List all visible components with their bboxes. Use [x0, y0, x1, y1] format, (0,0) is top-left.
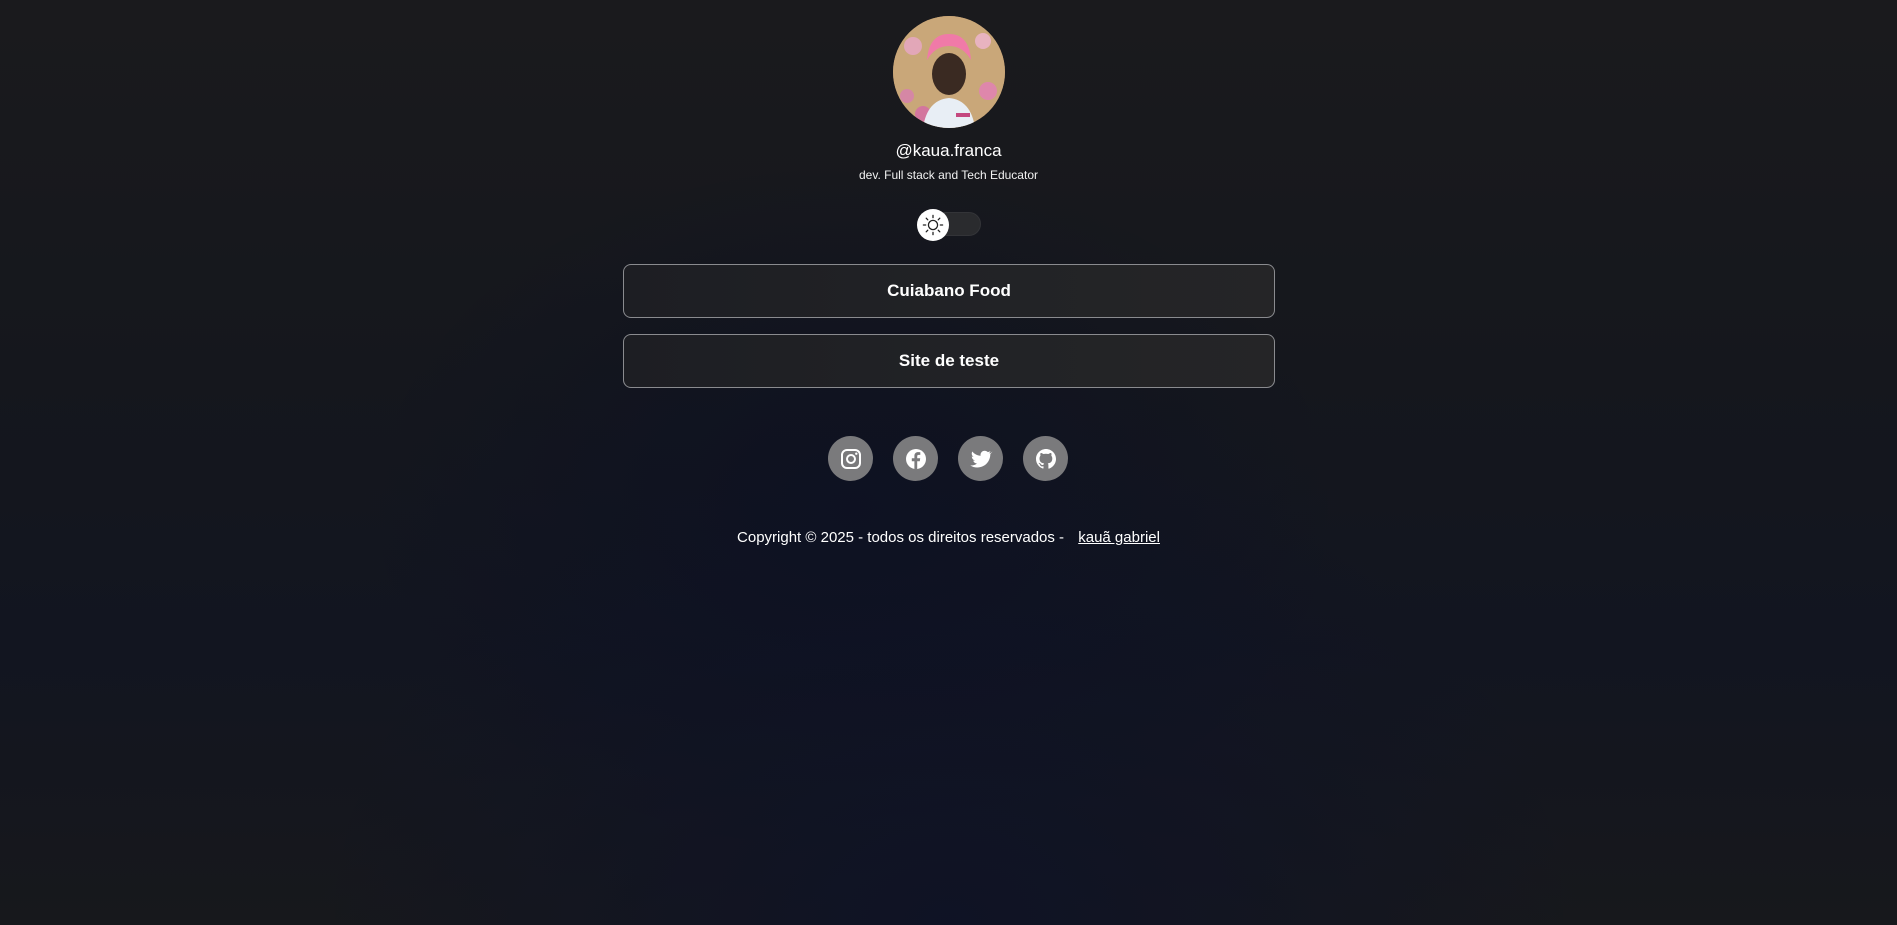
github-link[interactable]	[1023, 436, 1068, 481]
sun-icon	[922, 214, 944, 236]
social-links	[828, 436, 1068, 481]
github-icon	[1035, 448, 1056, 469]
toggle-knob	[917, 209, 949, 241]
author-link[interactable]: kauã gabriel	[1078, 529, 1160, 546]
copyright-text: Copyright © 2025 - todos os direitos res…	[737, 529, 1065, 546]
footer: Copyright © 2025 - todos os direitos res…	[0, 529, 1897, 546]
theme-toggle[interactable]	[917, 209, 981, 241]
avatar-image	[893, 16, 1005, 128]
facebook-icon	[905, 448, 926, 469]
facebook-link[interactable]	[893, 436, 938, 481]
linktree-page: @kaua.franca dev. Full stack and Tech Ed…	[0, 0, 1897, 925]
twitter-icon	[969, 450, 992, 467]
profile-bio: dev. Full stack and Tech Educator	[859, 168, 1038, 182]
link-button-cuiabano-food[interactable]: Cuiabano Food	[623, 264, 1275, 318]
twitter-link[interactable]	[958, 436, 1003, 481]
instagram-link[interactable]	[828, 436, 873, 481]
instagram-icon	[840, 448, 861, 469]
profile-avatar	[893, 16, 1005, 128]
link-button-site-de-teste[interactable]: Site de teste	[623, 334, 1275, 388]
profile-handle: @kaua.franca	[895, 141, 1002, 160]
